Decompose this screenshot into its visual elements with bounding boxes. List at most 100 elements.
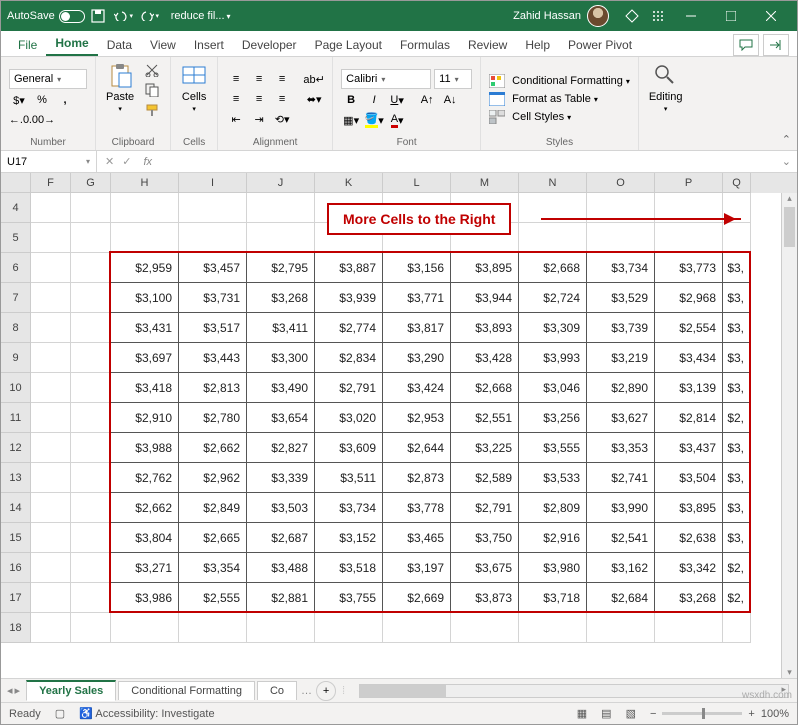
cell[interactable]	[179, 223, 247, 253]
cell[interactable]	[247, 613, 315, 643]
cell[interactable]: $2,791	[315, 373, 383, 403]
cell[interactable]: $2,741	[587, 463, 655, 493]
sheet-tab-co[interactable]: Co	[257, 681, 297, 700]
number-format-combo[interactable]: General▾	[9, 69, 87, 89]
conditional-formatting-button[interactable]: Conditional Formatting▾	[489, 74, 630, 88]
cell[interactable]: $3,986	[111, 583, 179, 613]
cell[interactable]: $3,773	[655, 253, 723, 283]
spreadsheet-grid[interactable]: FGHIJKLMNOPQ 456789101112131415161718 Mo…	[1, 173, 797, 678]
font-size-combo[interactable]: 11▾	[434, 69, 472, 89]
row-header[interactable]: 4	[1, 193, 31, 223]
cell[interactable]: $2,541	[587, 523, 655, 553]
cell[interactable]: $3,342	[655, 553, 723, 583]
sheet-nav-next-icon[interactable]: ▸	[15, 684, 21, 697]
close-button[interactable]	[751, 1, 791, 31]
row-header[interactable]: 8	[1, 313, 31, 343]
cell[interactable]: $3,944	[451, 283, 519, 313]
cell[interactable]: $2,555	[179, 583, 247, 613]
tab-view[interactable]: View	[141, 34, 185, 56]
cell[interactable]: $3,465	[383, 523, 451, 553]
row-header[interactable]: 17	[1, 583, 31, 613]
cell[interactable]: $2,	[723, 553, 751, 583]
cell[interactable]: $3,353	[587, 433, 655, 463]
cell[interactable]: $2,791	[451, 493, 519, 523]
font-color-icon[interactable]: A▾	[387, 111, 407, 129]
cell[interactable]: $2,644	[383, 433, 451, 463]
cell[interactable]: $3,980	[519, 553, 587, 583]
cell[interactable]: $3,020	[315, 403, 383, 433]
align-middle-icon[interactable]: ≡	[249, 70, 269, 88]
cell[interactable]: $3,887	[315, 253, 383, 283]
cell[interactable]	[723, 613, 751, 643]
cell[interactable]: $3,939	[315, 283, 383, 313]
cell[interactable]	[71, 463, 111, 493]
cell[interactable]	[71, 613, 111, 643]
tab-help[interactable]: Help	[516, 34, 559, 56]
cell[interactable]	[247, 223, 315, 253]
cell[interactable]	[31, 283, 71, 313]
cell[interactable]: $2,916	[519, 523, 587, 553]
cell[interactable]: $3,697	[111, 343, 179, 373]
cell[interactable]	[655, 223, 723, 253]
cell[interactable]: $3,804	[111, 523, 179, 553]
cell[interactable]: $3,734	[587, 253, 655, 283]
tab-data[interactable]: Data	[98, 34, 141, 56]
cell[interactable]: $3,428	[451, 343, 519, 373]
cell[interactable]: $2,953	[383, 403, 451, 433]
cell[interactable]: $3,750	[451, 523, 519, 553]
cell[interactable]	[31, 613, 71, 643]
cell[interactable]	[71, 253, 111, 283]
cell[interactable]: $3,256	[519, 403, 587, 433]
cell[interactable]: $3,	[723, 343, 751, 373]
cell[interactable]: $2,813	[179, 373, 247, 403]
cells-button[interactable]: Cells▾	[179, 61, 209, 115]
comments-button[interactable]	[733, 34, 759, 56]
cell[interactable]: $3,	[723, 523, 751, 553]
fill-color-icon[interactable]: 🪣▾	[364, 111, 384, 129]
increase-decimal-icon[interactable]: ←.0	[9, 111, 29, 129]
cell[interactable]: $2,638	[655, 523, 723, 553]
cell[interactable]: $2,910	[111, 403, 179, 433]
cell[interactable]: $2,724	[519, 283, 587, 313]
tab-developer[interactable]: Developer	[233, 34, 306, 56]
cell[interactable]: $2,809	[519, 493, 587, 523]
column-header[interactable]: N	[519, 173, 587, 193]
tab-formulas[interactable]: Formulas	[391, 34, 459, 56]
format-painter-icon[interactable]	[142, 101, 162, 119]
cell[interactable]: $2,762	[111, 463, 179, 493]
cell[interactable]	[31, 373, 71, 403]
cell[interactable]: $3,431	[111, 313, 179, 343]
cell[interactable]	[31, 193, 71, 223]
cell[interactable]: $3,731	[179, 283, 247, 313]
cell[interactable]: $3,675	[451, 553, 519, 583]
horizontal-scrollbar[interactable]: ◂ ▸	[359, 684, 789, 698]
cell[interactable]: $2,669	[383, 583, 451, 613]
align-right-icon[interactable]: ≡	[272, 90, 292, 108]
cell[interactable]: $3,309	[519, 313, 587, 343]
cell[interactable]	[31, 253, 71, 283]
zoom-slider[interactable]	[662, 712, 742, 715]
cell[interactable]: $3,434	[655, 343, 723, 373]
column-header[interactable]: P	[655, 173, 723, 193]
align-left-icon[interactable]: ≡	[226, 90, 246, 108]
autosave-toggle[interactable]: AutoSave	[7, 10, 85, 23]
column-header[interactable]: J	[247, 173, 315, 193]
cell[interactable]: $3,339	[247, 463, 315, 493]
cancel-formula-icon[interactable]: ✕	[105, 155, 114, 168]
column-header[interactable]: K	[315, 173, 383, 193]
cell[interactable]: $3,490	[247, 373, 315, 403]
column-header[interactable]: O	[587, 173, 655, 193]
cell[interactable]: $3,152	[315, 523, 383, 553]
cell[interactable]: $2,780	[179, 403, 247, 433]
bold-icon[interactable]: B	[341, 91, 361, 109]
cell[interactable]	[587, 223, 655, 253]
cell[interactable]: $3,993	[519, 343, 587, 373]
borders-icon[interactable]: ▦▾	[341, 111, 361, 129]
zoom-out-icon[interactable]: −	[650, 708, 656, 720]
view-pagelayout-icon[interactable]: ▤	[601, 707, 611, 720]
cell[interactable]	[71, 583, 111, 613]
increase-indent-icon[interactable]: ⇥	[249, 110, 269, 128]
cell[interactable]: $2,554	[655, 313, 723, 343]
align-bottom-icon[interactable]: ≡	[272, 70, 292, 88]
macro-record-icon[interactable]: ▢	[55, 707, 65, 720]
